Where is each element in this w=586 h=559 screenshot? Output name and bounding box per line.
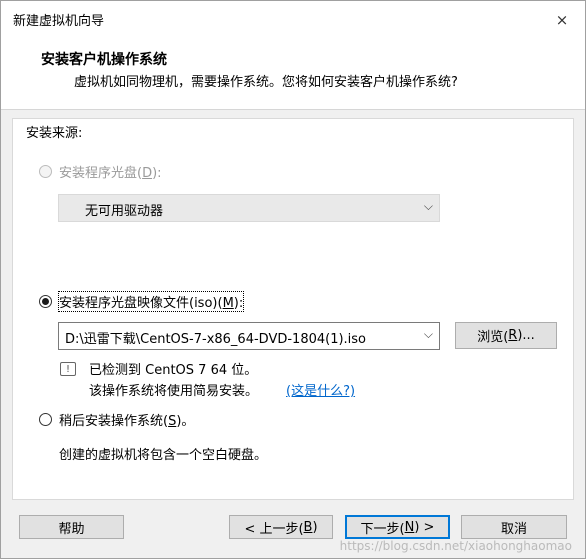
easy-install-message: 该操作系统将使用简易安装。 (89, 384, 259, 399)
iso-radio[interactable] (39, 295, 52, 308)
wizard-header: 安装客户机操作系统 虚拟机如同物理机，需要操作系统。您将如何安装客户机操作系统? (1, 38, 585, 110)
install-later-radio[interactable] (39, 413, 52, 426)
header-subtitle: 虚拟机如同物理机，需要操作系统。您将如何安装客户机操作系统? (74, 75, 458, 90)
cancel-button[interactable]: 取消 (461, 515, 567, 539)
header-title: 安装客户机操作系统 (41, 52, 167, 68)
disc-drive-value: 无可用驱动器 (85, 204, 164, 219)
install-source-panel: 安装来源: 安装程序光盘(D): 无可用驱动器 ⌵ 安装程序光盘映像文件(iso… (12, 118, 574, 500)
install-later-label[interactable]: 稍后安装操作系统(S)。 (59, 410, 194, 429)
back-button[interactable]: < 上一步(B) (229, 515, 333, 539)
watermark: https://blog.csdn.net/xiaohonghaomao (339, 539, 572, 553)
wizard-window: 新建虚拟机向导 × 安装客户机操作系统 虚拟机如同物理机，需要操作系统。您将如何… (0, 0, 586, 559)
disc-drive-select[interactable]: 无可用驱动器 ⌵ (58, 194, 440, 222)
chevron-down-icon: ⌵ (423, 327, 433, 341)
disc-radio-label[interactable]: 安装程序光盘(D): (59, 162, 162, 181)
detect-message: 已检测到 CentOS 7 64 位。 (89, 363, 258, 378)
install-source-label: 安装来源: (26, 126, 83, 141)
close-icon[interactable]: × (539, 1, 585, 38)
browse-button[interactable]: 浏览(R)... (455, 322, 557, 349)
title-bar: 新建虚拟机向导 × (1, 1, 585, 38)
next-button[interactable]: 下一步(N) > (345, 515, 450, 539)
window-title: 新建虚拟机向导 (13, 14, 105, 29)
iso-radio-label[interactable]: 安装程序光盘映像文件(iso)(M): (57, 291, 245, 312)
disc-radio[interactable] (39, 165, 52, 178)
what-is-this-link[interactable]: (这是什么?) (286, 380, 355, 399)
blank-disk-note: 创建的虚拟机将包含一个空白硬盘。 (59, 448, 268, 463)
help-button[interactable]: 帮助 (19, 515, 124, 539)
iso-path-combobox[interactable]: D:\迅雷下载\CentOS-7-x86_64-DVD-1804(1).iso … (58, 322, 440, 350)
chevron-down-icon: ⌵ (423, 199, 433, 213)
info-icon: ! (60, 362, 76, 376)
iso-path-value: D:\迅雷下载\CentOS-7-x86_64-DVD-1804(1).iso (65, 332, 367, 347)
